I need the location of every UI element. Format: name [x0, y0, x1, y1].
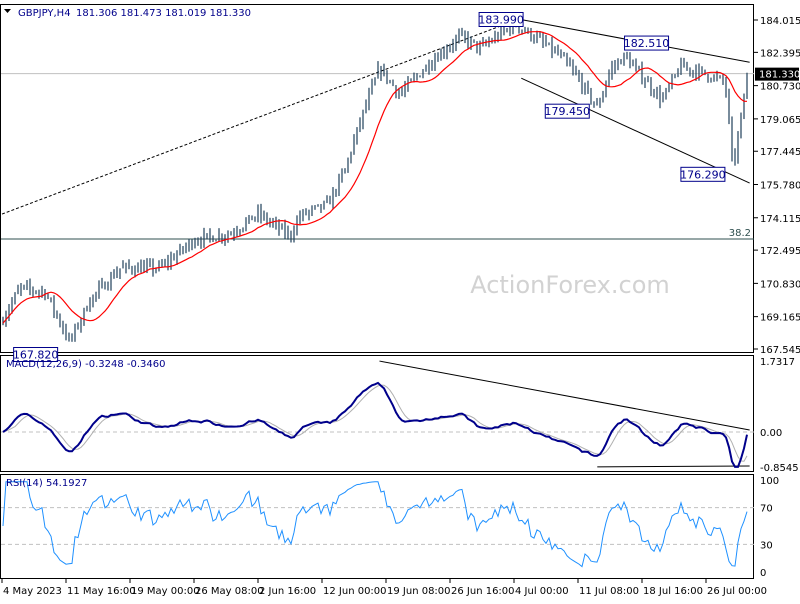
- y-tick-label: 167.545: [760, 345, 800, 356]
- y-tick-label: 174.115: [760, 214, 800, 225]
- symbol-label: GBPJPY,H4: [18, 8, 71, 19]
- swing-label: 179.450: [545, 103, 591, 119]
- ohlc-values: 181.306 181.473 181.019 181.330: [76, 8, 251, 19]
- y-tick-label: 172.495: [760, 246, 800, 257]
- swing-label-text: 183.990: [478, 13, 524, 26]
- x-tick-label: 26 Jul 00:00: [707, 586, 767, 597]
- rsi-title: RSI(14) 54.1927: [6, 478, 87, 489]
- x-tick-label: 2 Jun 16:00: [259, 586, 316, 597]
- y-tick-label: 177.445: [760, 147, 800, 158]
- macd-y-tick-label: -0.8545: [760, 463, 799, 474]
- y-tick-label: 169.165: [760, 313, 800, 324]
- x-tick-label: 26 Jun 16:00: [451, 586, 515, 597]
- x-tick-label: 19 Jun 08:00: [387, 586, 451, 597]
- rsi-y-tick-label: 0: [760, 568, 766, 579]
- macd-y-tick-label: 1.7317: [760, 357, 795, 368]
- y-tick-label: 180.730: [760, 82, 800, 93]
- y-tick-label: 170.830: [760, 279, 800, 290]
- x-tick-label: 4 Jul 00:00: [515, 586, 569, 597]
- rsi-y-tick-label: 100: [760, 476, 779, 487]
- swing-label: 176.290: [680, 166, 726, 182]
- x-tick-label: 19 May 00:00: [131, 586, 200, 597]
- swing-label: 183.990: [478, 11, 524, 27]
- y-tick-label: 182.395: [760, 48, 800, 59]
- x-tick-label: 4 May 2023: [3, 586, 62, 597]
- chart-canvas: ActionForex.com 38.2 167.820183.990179.4…: [0, 4, 800, 597]
- macd-title: MACD(12,26,9) -0.3248 -0.3460: [6, 359, 166, 370]
- x-tick-label: 18 Jul 16:00: [643, 586, 703, 597]
- swing-label-text: 182.510: [624, 37, 670, 50]
- macd-y-tick-label: 0.00: [760, 428, 782, 439]
- rsi-panel: [0, 474, 754, 579]
- macd-panel: [0, 355, 754, 472]
- current-price-label: 181.330: [759, 70, 800, 81]
- rsi-y-tick-label: 30: [760, 540, 773, 551]
- symbol-header[interactable]: GBPJPY,H4 181.306 181.473 181.019 181.33…: [4, 8, 251, 19]
- watermark: ActionForex.com: [470, 271, 670, 299]
- rsi-y-tick-label: 70: [760, 504, 773, 515]
- swing-label-text: 176.290: [680, 168, 726, 181]
- swing-label: 182.510: [624, 35, 670, 51]
- y-tick-label: 184.015: [760, 16, 800, 27]
- swing-label-text: 179.450: [545, 105, 591, 118]
- fib-level-label: 38.2: [729, 228, 751, 239]
- x-tick-label: 26 May 08:00: [195, 586, 264, 597]
- y-tick-label: 175.780: [760, 181, 800, 192]
- x-tick-label: 12 Jun 00:00: [323, 586, 387, 597]
- y-tick-label: 179.065: [760, 115, 800, 126]
- x-tick-label: 11 Jul 08:00: [579, 586, 639, 597]
- x-tick-label: 11 May 16:00: [67, 586, 136, 597]
